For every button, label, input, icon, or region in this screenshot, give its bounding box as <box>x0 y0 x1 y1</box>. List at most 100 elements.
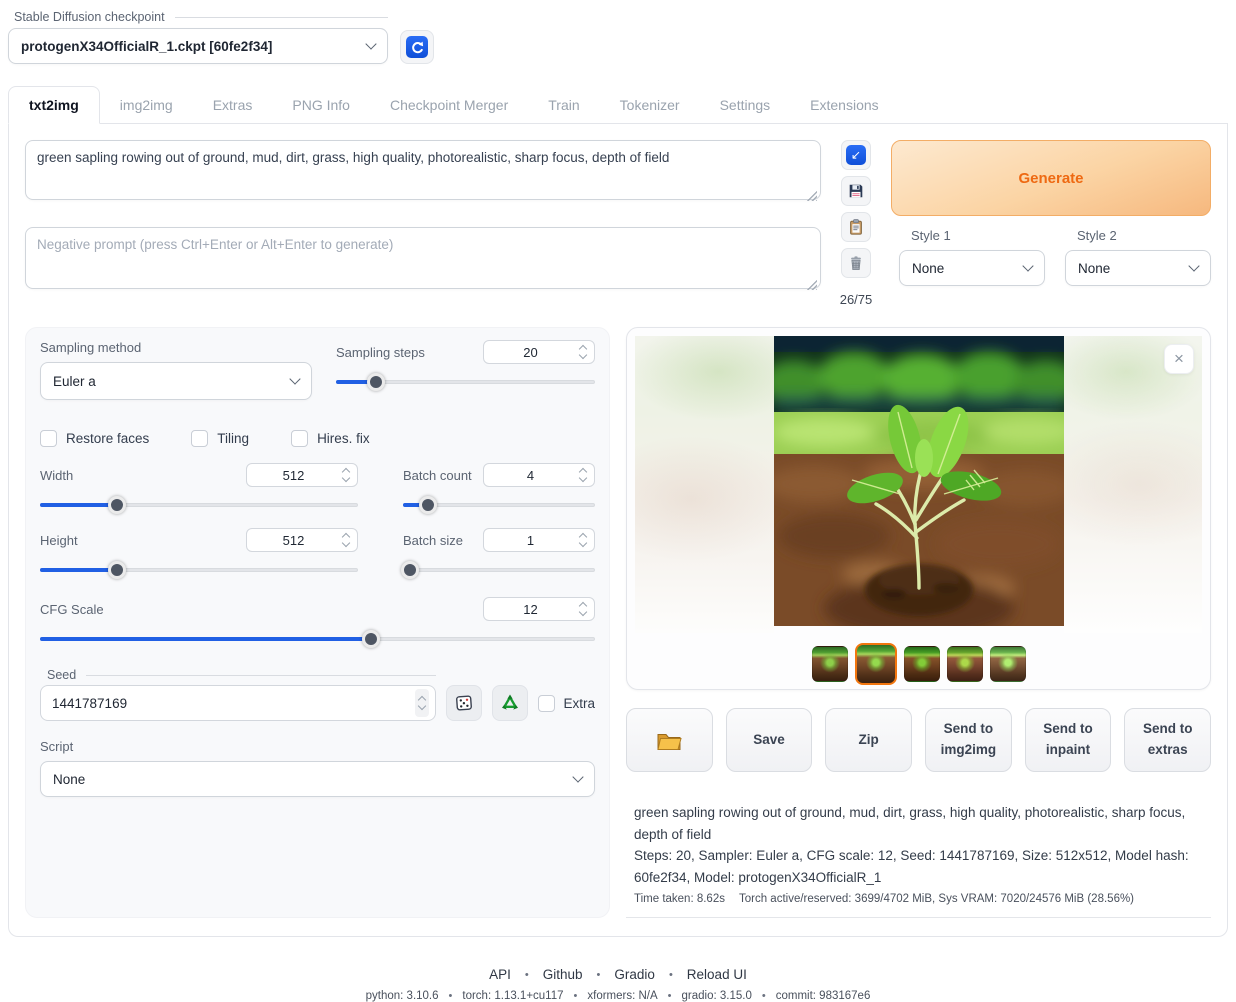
refresh-icon <box>406 36 428 58</box>
tab-extras[interactable]: Extras <box>193 86 273 123</box>
chevron-down-icon <box>1022 260 1033 271</box>
height-slider[interactable] <box>40 561 358 579</box>
txt2img-panel: green sapling rowing out of ground, mud,… <box>8 124 1228 937</box>
send-to-inpaint-button[interactable]: Send to inpaint <box>1025 708 1112 772</box>
send-to-img2img-button[interactable]: Send to img2img <box>925 708 1012 772</box>
chevron-down-icon <box>289 373 300 384</box>
dot-separator: • <box>449 990 453 1002</box>
style1-value: None <box>912 261 944 276</box>
cfg-scale-label: CFG Scale <box>40 602 104 617</box>
sampling-steps-slider[interactable] <box>336 373 595 391</box>
seed-input[interactable]: 1441787169 <box>40 685 436 721</box>
open-folder-button[interactable] <box>626 708 713 772</box>
sampling-method-label: Sampling method <box>40 340 312 355</box>
batch-count-label: Batch count <box>403 468 472 483</box>
sampling-steps-input[interactable]: 20 <box>483 340 595 364</box>
api-link[interactable]: API <box>489 967 511 982</box>
thumbnail-2-selected[interactable] <box>855 643 897 685</box>
gradio-link[interactable]: Gradio <box>614 967 655 982</box>
width-slider[interactable] <box>40 496 358 514</box>
close-gallery-button[interactable]: × <box>1164 344 1194 374</box>
style1-dropdown[interactable]: None <box>899 250 1045 286</box>
checkpoint-dropdown[interactable]: protogenX34OfficialR_1.ckpt [60fe2f34] <box>8 28 388 64</box>
stepper-arrows[interactable] <box>577 469 589 481</box>
extra-seed-checkbox[interactable]: Extra <box>538 695 595 721</box>
apply-style-button[interactable] <box>841 212 871 242</box>
chevron-down-icon <box>572 771 583 782</box>
stepper-arrows[interactable] <box>415 689 429 717</box>
torch-version: torch: 1.13.1+cu117 <box>462 990 563 1002</box>
checkbox[interactable] <box>291 430 308 447</box>
tab-checkpoint-merger[interactable]: Checkpoint Merger <box>370 86 528 123</box>
generate-button[interactable]: Generate <box>891 140 1211 216</box>
thumbnail-1[interactable] <box>812 646 848 682</box>
sampling-steps-value: 20 <box>484 345 577 360</box>
zip-button[interactable]: Zip <box>825 708 912 772</box>
style2-dropdown[interactable]: None <box>1065 250 1211 286</box>
random-seed-button[interactable] <box>446 685 482 721</box>
script-value: None <box>53 772 85 787</box>
checkbox[interactable] <box>40 430 57 447</box>
reload-ui-link[interactable]: Reload UI <box>687 967 747 982</box>
height-label: Height <box>40 533 78 548</box>
gradio-version: gradio: 3.15.0 <box>682 990 752 1002</box>
save-style-button[interactable] <box>841 176 871 206</box>
sampling-method-dropdown[interactable]: Euler a <box>40 362 312 400</box>
thumbnail-strip <box>635 643 1202 685</box>
height-value: 512 <box>247 533 340 548</box>
tab-tokenizer[interactable]: Tokenizer <box>600 86 700 123</box>
stepper-arrows[interactable] <box>577 603 589 615</box>
batch-count-slider[interactable] <box>403 496 595 514</box>
stepper-arrows[interactable] <box>577 346 589 358</box>
tab-settings[interactable]: Settings <box>700 86 791 123</box>
thumbnail-4[interactable] <box>947 646 983 682</box>
batch-count-value: 4 <box>484 468 577 483</box>
restore-faces-checkbox[interactable]: Restore faces <box>40 430 149 447</box>
stepper-arrows[interactable] <box>340 534 352 546</box>
paste-generation-params-button[interactable]: ↙ <box>841 140 871 170</box>
tab-img2img[interactable]: img2img <box>100 86 193 123</box>
info-params-text: Steps: 20, Sampler: Euler a, CFG scale: … <box>634 845 1203 888</box>
hires-fix-checkbox[interactable]: Hires. fix <box>291 430 370 447</box>
batch-size-input[interactable]: 1 <box>483 528 595 552</box>
gallery-faded-left <box>635 336 774 633</box>
tiling-label: Tiling <box>217 431 249 446</box>
stepper-arrows[interactable] <box>577 534 589 546</box>
batch-size-value: 1 <box>484 533 577 548</box>
thumbnail-3[interactable] <box>904 646 940 682</box>
tab-png-info[interactable]: PNG Info <box>272 86 370 123</box>
height-input[interactable]: 512 <box>246 528 358 552</box>
tab-train[interactable]: Train <box>528 86 599 123</box>
generated-image[interactable] <box>774 336 1064 633</box>
tab-extensions[interactable]: Extensions <box>790 86 898 123</box>
clear-prompt-button[interactable] <box>841 248 871 278</box>
stepper-arrows[interactable] <box>340 469 352 481</box>
batch-size-slider[interactable] <box>403 561 595 579</box>
send-to-extras-button[interactable]: Send to extras <box>1124 708 1211 772</box>
sampling-steps-label: Sampling steps <box>336 345 425 360</box>
xformers-version: xformers: N/A <box>587 990 657 1002</box>
cfg-scale-input[interactable]: 12 <box>483 597 595 621</box>
prompt-input[interactable]: green sapling rowing out of ground, mud,… <box>25 140 821 200</box>
main-tabs: txt2img img2img Extras PNG Info Checkpoi… <box>8 86 1228 124</box>
script-dropdown[interactable]: None <box>40 761 595 797</box>
dot-separator: • <box>668 990 672 1002</box>
reuse-seed-button[interactable] <box>492 685 528 721</box>
commit-hash: commit: 983167e6 <box>776 990 871 1002</box>
tab-txt2img[interactable]: txt2img <box>8 86 100 124</box>
info-prompt-text: green sapling rowing out of ground, mud,… <box>634 802 1203 845</box>
batch-count-input[interactable]: 4 <box>483 463 595 487</box>
checkbox[interactable] <box>191 430 208 447</box>
thumbnail-5[interactable] <box>990 646 1026 682</box>
refresh-checkpoints-button[interactable] <box>400 30 434 64</box>
tiling-checkbox[interactable]: Tiling <box>191 430 249 447</box>
save-button[interactable]: Save <box>726 708 813 772</box>
negative-prompt-input[interactable] <box>25 227 821 289</box>
footer: API • Github • Gradio • Reload UI python… <box>0 967 1236 1002</box>
cfg-scale-slider[interactable] <box>40 630 595 648</box>
github-link[interactable]: Github <box>543 967 583 982</box>
trash-icon <box>847 254 865 272</box>
clipboard-icon <box>847 218 865 236</box>
width-input[interactable]: 512 <box>246 463 358 487</box>
checkbox[interactable] <box>538 695 555 712</box>
